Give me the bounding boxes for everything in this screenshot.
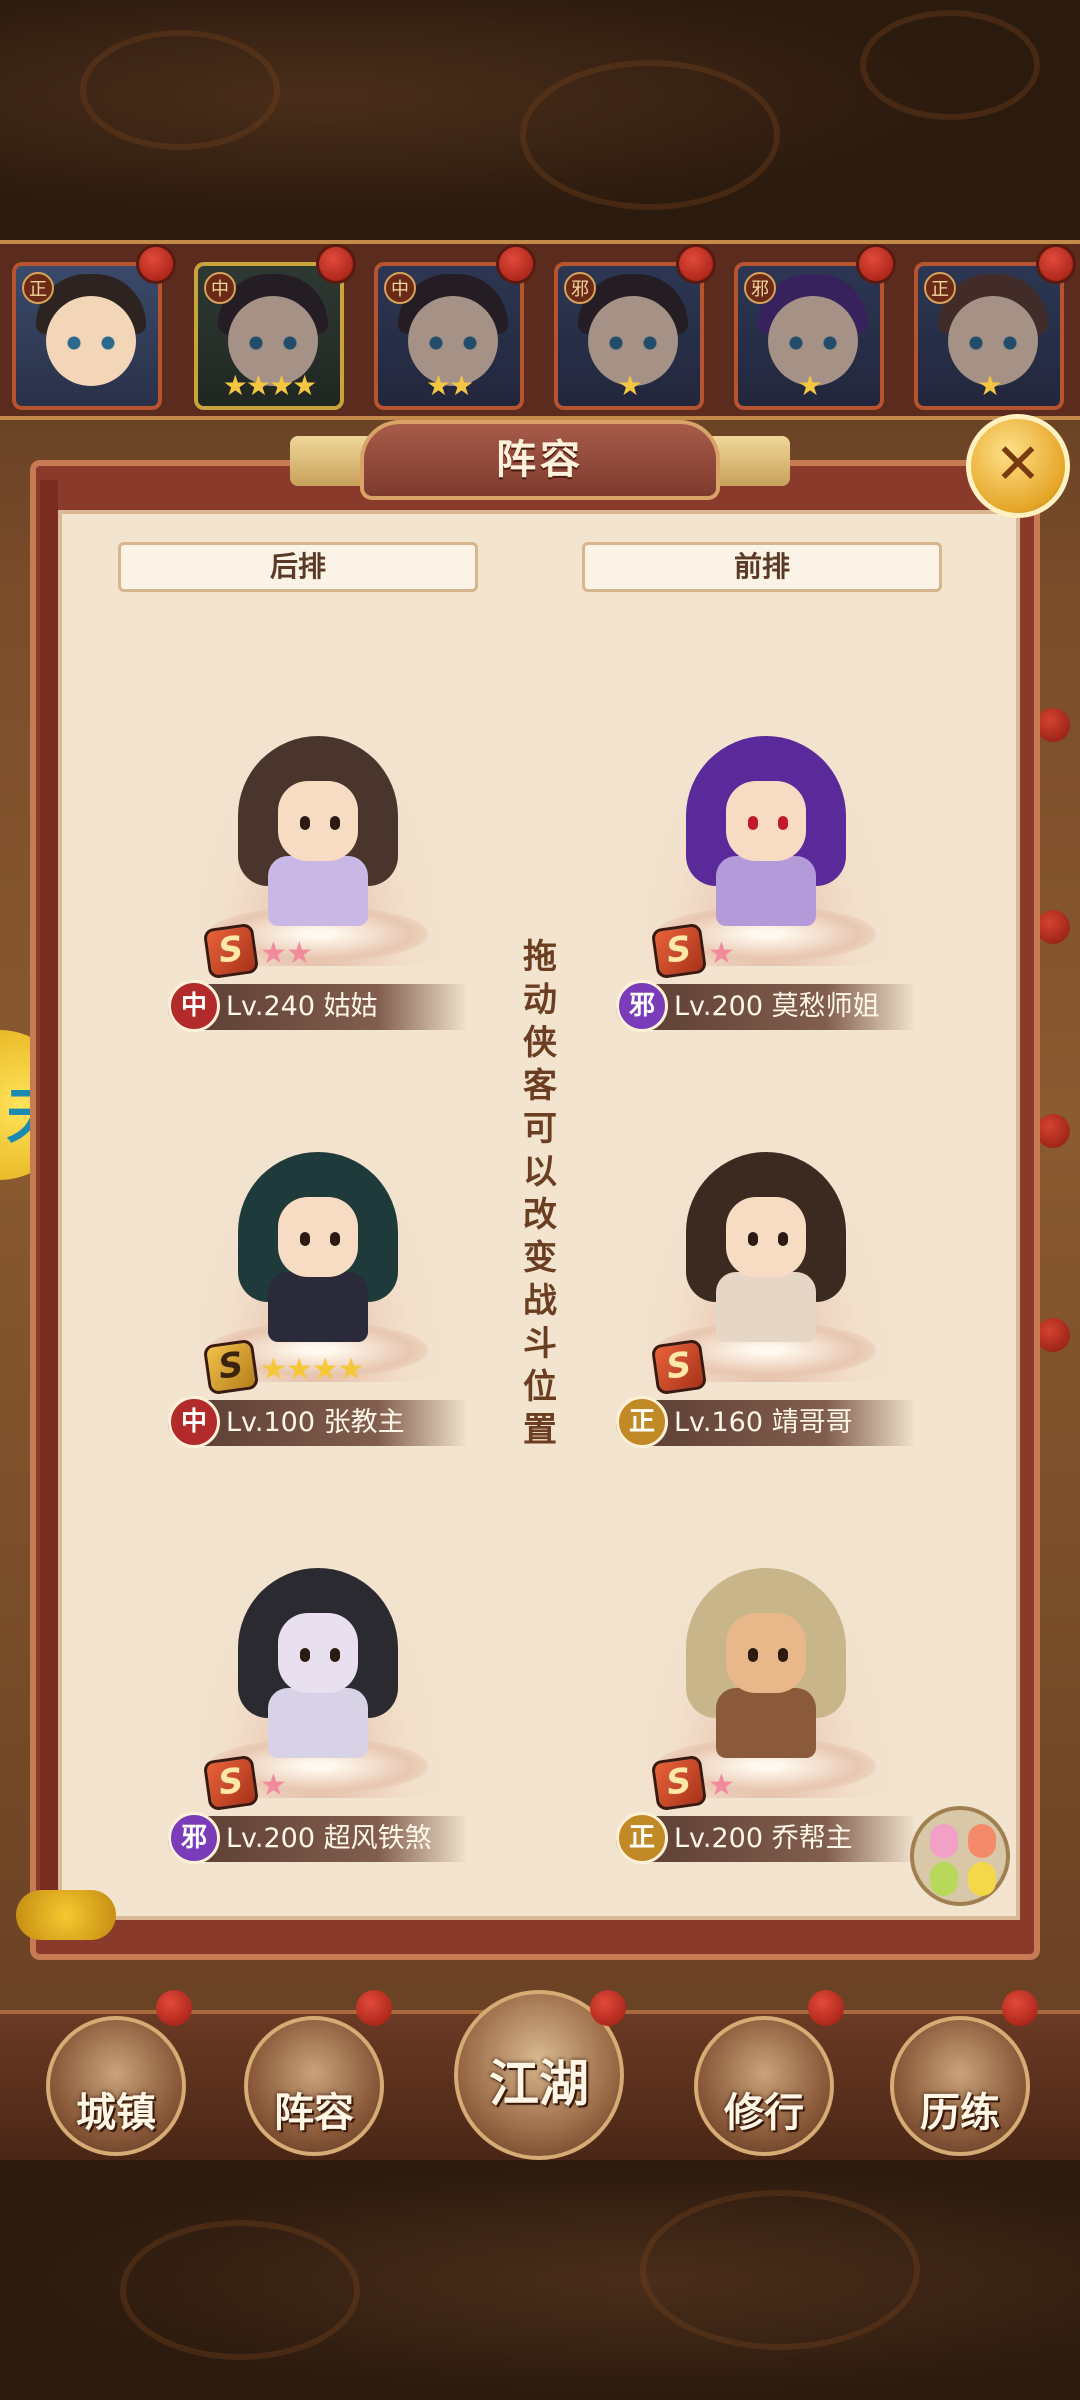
faction-badge: 中 — [384, 272, 416, 304]
faction-badge: 正 — [22, 272, 54, 304]
background-top — [0, 0, 1080, 240]
star-rating: ★ — [797, 369, 822, 402]
star-rating: ★★ — [425, 369, 474, 402]
faction-badge: 正 — [616, 1812, 668, 1864]
background-bottom — [0, 2160, 1080, 2400]
faction-badge: 邪 — [168, 1812, 220, 1864]
hero-slot[interactable]: S 正 Lv.160 靖哥哥 — [616, 1122, 916, 1452]
drag-hint-text: 拖动侠客可以改变战斗位置 — [523, 937, 557, 1450]
roster-hero-card[interactable]: 正 — [12, 262, 162, 410]
petal-icon — [968, 1862, 996, 1896]
nav-label: 阵容 — [274, 2090, 354, 2136]
petal-icon — [930, 1862, 958, 1896]
roster-hero-card[interactable]: 正 ★ — [914, 262, 1064, 410]
nav-training-button[interactable]: 修行 — [694, 2016, 834, 2156]
star-rating: ★★★★ — [222, 369, 317, 402]
hero-portrait[interactable] — [238, 1142, 398, 1352]
star-rating: ★★ — [260, 936, 313, 971]
panel-title: 阵容 — [360, 420, 720, 500]
hero-portrait[interactable] — [686, 1142, 846, 1352]
hero-portrait[interactable] — [686, 726, 846, 936]
roster-hero-card[interactable]: 邪 ★ — [734, 262, 884, 410]
notification-dot — [676, 244, 716, 284]
faction-badge: 正 — [924, 272, 956, 304]
star-rating: ★ — [977, 369, 1002, 402]
notification-dot — [316, 244, 356, 284]
hero-slot[interactable]: S ★ 邪 Lv.200 超风铁煞 — [168, 1538, 468, 1868]
petal-icon — [930, 1824, 958, 1858]
side-notification-dot — [1036, 1318, 1070, 1352]
faction-badge: 中 — [168, 980, 220, 1032]
nav-label: 城镇 — [76, 2090, 156, 2136]
hero-slot[interactable]: S ★ 邪 Lv.200 莫愁师姐 — [616, 706, 916, 1036]
side-notification-dot — [1036, 708, 1070, 742]
notification-dot — [1036, 244, 1076, 284]
notification-dot — [156, 1990, 192, 2026]
panel-edge — [40, 480, 58, 1940]
star-rating: ★ — [708, 1768, 735, 1803]
hero-level-name: Lv.160 靖哥哥 — [674, 1407, 853, 1438]
nav-label: 江湖 — [489, 2055, 589, 2113]
roster-hero-card[interactable]: 中 ★★★★ — [194, 262, 344, 410]
notification-dot — [856, 244, 896, 284]
side-notification-dot — [1036, 1114, 1070, 1148]
back-row-label: 后排 — [118, 542, 478, 592]
notification-dot — [136, 244, 176, 284]
close-button[interactable]: ✕ — [966, 414, 1070, 518]
star-rating: ★★★★ — [260, 1352, 365, 1387]
notification-dot — [1002, 1990, 1038, 2026]
hero-portrait[interactable] — [686, 1558, 846, 1768]
notification-dot — [590, 1990, 626, 2026]
faction-badge: 中 — [204, 272, 236, 304]
roster-hero-card[interactable]: 中 ★★ — [374, 262, 524, 410]
close-icon: ✕ — [994, 432, 1042, 497]
roster-hero-card[interactable]: 邪 ★ — [554, 262, 704, 410]
hero-slot[interactable]: S ★ 正 Lv.200 乔帮主 — [616, 1538, 916, 1868]
hero-slot[interactable]: S ★★★★ 中 Lv.100 张教主 — [168, 1122, 468, 1452]
star-rating: ★ — [617, 369, 642, 402]
rank-badge: S — [202, 1338, 260, 1396]
hero-level-name: Lv.240 姑姑 — [226, 991, 378, 1022]
faction-badge: 邪 — [564, 272, 596, 304]
notification-dot — [496, 244, 536, 284]
rank-badge: S — [202, 1754, 260, 1812]
hero-level-name: Lv.200 乔帮主 — [674, 1823, 853, 1854]
faction-badge: 邪 — [616, 980, 668, 1032]
star-rating: ★ — [708, 936, 735, 971]
hero-level-name: Lv.200 超风铁煞 — [226, 1823, 432, 1854]
nav-town-button[interactable]: 城镇 — [46, 2016, 186, 2156]
hero-level-name: Lv.200 莫愁师姐 — [674, 991, 880, 1022]
hero-portrait[interactable] — [238, 726, 398, 936]
notification-dot — [808, 1990, 844, 2026]
rank-badge: S — [650, 922, 708, 980]
cloud-ornament-icon — [16, 1890, 116, 1940]
faction-badge: 正 — [616, 1396, 668, 1448]
nav-label: 历练 — [920, 2090, 1000, 2136]
rank-badge: S — [650, 1338, 708, 1396]
hero-level-name: Lv.100 张教主 — [226, 1407, 405, 1438]
nav-lineup-button[interactable]: 阵容 — [244, 2016, 384, 2156]
rank-badge: S — [202, 922, 260, 980]
petal-icon — [968, 1824, 996, 1858]
nav-experience-button[interactable]: 历练 — [890, 2016, 1030, 2156]
front-row-label: 前排 — [582, 542, 942, 592]
hero-portrait[interactable] — [238, 1558, 398, 1768]
notification-dot — [356, 1990, 392, 2026]
side-notification-dot — [1036, 910, 1070, 944]
rank-badge: S — [650, 1754, 708, 1812]
star-rating: ★ — [260, 1768, 287, 1803]
faction-badge: 邪 — [744, 272, 776, 304]
element-wheel-button[interactable] — [910, 1806, 1010, 1906]
nav-label: 修行 — [724, 2090, 804, 2136]
faction-badge: 中 — [168, 1396, 220, 1448]
hero-slot[interactable]: S ★★ 中 Lv.240 姑姑 — [168, 706, 468, 1036]
